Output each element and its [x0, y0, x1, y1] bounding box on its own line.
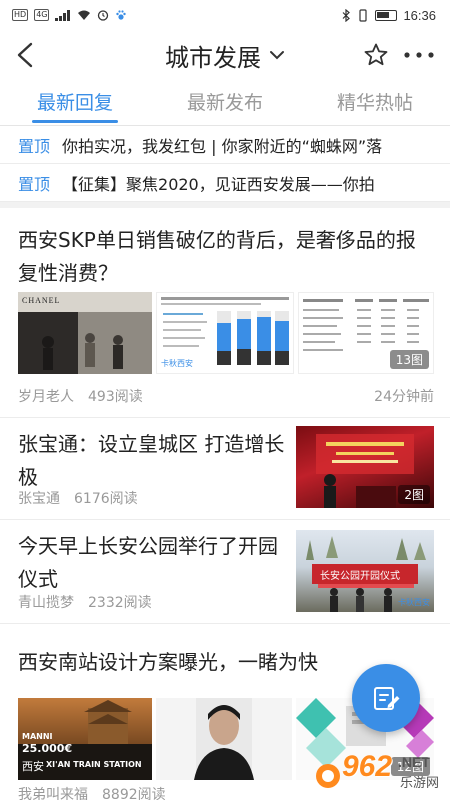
- edit-post-icon: [374, 687, 400, 710]
- compose-button[interactable]: [352, 664, 420, 732]
- article-title: 今天早上长安公园举行了开园仪式: [18, 534, 278, 591]
- favorite-button[interactable]: [362, 41, 390, 69]
- poster-price: 25.000€: [22, 742, 73, 755]
- watermark-brand: 962: [342, 750, 393, 783]
- pinned-item[interactable]: 置顶 【征集】聚焦2020，见证西安发展——你拍: [0, 164, 450, 202]
- network-tag: 4G: [34, 9, 50, 21]
- article-reads: 8892阅读: [102, 787, 166, 800]
- status-bar: HD 4G 16:36: [0, 0, 450, 30]
- hd-tag: HD: [12, 9, 29, 21]
- article-author[interactable]: 张宝通: [18, 488, 60, 508]
- watermark-logo: 卡秋西安: [398, 598, 430, 607]
- poster-city: 西安: [22, 760, 44, 773]
- ceremony-banner-text: 长安公园开园仪式: [320, 571, 400, 582]
- article-meta: 张宝通 6176阅读: [18, 488, 138, 508]
- article-image[interactable]: MANNI 25.000€ 西安 XI'AN TRAIN STATION: [18, 698, 152, 780]
- page-title[interactable]: 城市发展: [165, 38, 261, 73]
- article-reads: 493阅读: [88, 389, 143, 405]
- article-card[interactable]: 张宝通：设立皇城区 打造增长极 张宝通 6176阅读 2图: [0, 418, 450, 520]
- pinned-tag: 置顶: [18, 174, 51, 194]
- article-author[interactable]: 青山揽梦: [18, 592, 74, 612]
- status-left: HD 4G: [12, 9, 127, 21]
- watermark-logo: 卡秋西安: [161, 359, 193, 368]
- article-meta: 青山揽梦 2332阅读: [18, 592, 152, 612]
- article-meta: 岁月老人 493阅读: [18, 386, 143, 406]
- image-count-badge: 13图: [389, 350, 429, 369]
- article-author[interactable]: 我弟叫来福: [18, 784, 88, 800]
- tab-featured[interactable]: 精华热帖: [300, 80, 450, 125]
- article-title: 西安SKP单日销售破亿的背后，是奢侈品的报复性消费？: [18, 228, 416, 285]
- signal-icon: [55, 9, 71, 21]
- image-count-badge: 2图: [398, 485, 430, 504]
- watermark-suffix: .NET: [398, 754, 430, 770]
- article-reads: 2332阅读: [88, 595, 152, 611]
- article-card[interactable]: 西安SKP单日销售破亿的背后，是奢侈品的报复性消费？ CHANEL 卡秋西安 1…: [0, 208, 450, 418]
- alarm-icon: [98, 10, 109, 21]
- article-card[interactable]: 今天早上长安公园举行了开园仪式 青山揽梦 2332阅读 长安公园开园仪式 卡秋西…: [0, 520, 450, 624]
- article-image[interactable]: 卡秋西安: [156, 292, 294, 374]
- wifi-icon: [78, 10, 91, 20]
- chevron-down-icon[interactable]: [269, 50, 285, 60]
- vibrate-icon: [359, 8, 368, 22]
- tab-latest-post[interactable]: 最新发布: [150, 80, 300, 125]
- chanel-sign: CHANEL: [22, 296, 61, 305]
- pinned-item[interactable]: 置顶 你拍实况，我发红包 | 你家附近的“蜘蛛网”落: [0, 126, 450, 164]
- article-reads: 6176阅读: [74, 491, 138, 507]
- article-title: 张宝通：设立皇城区 打造增长极: [18, 432, 285, 489]
- tab-bar: 最新回复 最新发布 精华热帖: [0, 80, 450, 126]
- more-button[interactable]: [402, 41, 436, 69]
- paw-icon: [116, 10, 127, 20]
- title-bar: 城市发展: [0, 30, 450, 80]
- article-author[interactable]: 岁月老人: [18, 386, 74, 406]
- article-meta: 我弟叫来福 8892阅读: [18, 784, 166, 800]
- article-image[interactable]: 2图: [296, 426, 434, 508]
- watermark-subtitle: 乐游网: [400, 776, 440, 791]
- pinned-title: 【征集】聚焦2020，见证西安发展——你拍: [62, 174, 375, 194]
- poster-title: XI'AN TRAIN STATION: [46, 760, 142, 769]
- pinned-title: 你拍实况，我发红包 | 你家附近的“蜘蛛网”落: [62, 136, 383, 156]
- status-time: 16:36: [403, 7, 436, 23]
- star-icon: [364, 43, 388, 66]
- tab-latest-reply[interactable]: 最新回复: [0, 80, 150, 125]
- portrait-photo: [194, 698, 254, 780]
- back-button[interactable]: [10, 40, 40, 70]
- article-image[interactable]: 13图: [298, 292, 434, 374]
- bluetooth-icon: [343, 8, 351, 22]
- article-image[interactable]: [156, 698, 292, 780]
- article-time: 24分钟前: [374, 389, 434, 405]
- chevron-left-icon: [17, 42, 33, 68]
- article-image[interactable]: 长安公园开园仪式 卡秋西安: [296, 530, 434, 612]
- status-right: 16:36: [342, 8, 436, 23]
- more-dots-icon: [404, 52, 434, 58]
- pinned-tag: 置顶: [18, 136, 51, 156]
- battery-icon: [375, 9, 398, 21]
- pinned-list: 置顶 你拍实况，我发红包 | 你家附近的“蜘蛛网”落 置顶 【征集】聚焦2020…: [0, 126, 450, 202]
- site-watermark: 962 .NET 乐游网: [312, 742, 444, 796]
- article-image[interactable]: CHANEL: [18, 292, 152, 374]
- poster-brand: MANNI: [22, 732, 53, 741]
